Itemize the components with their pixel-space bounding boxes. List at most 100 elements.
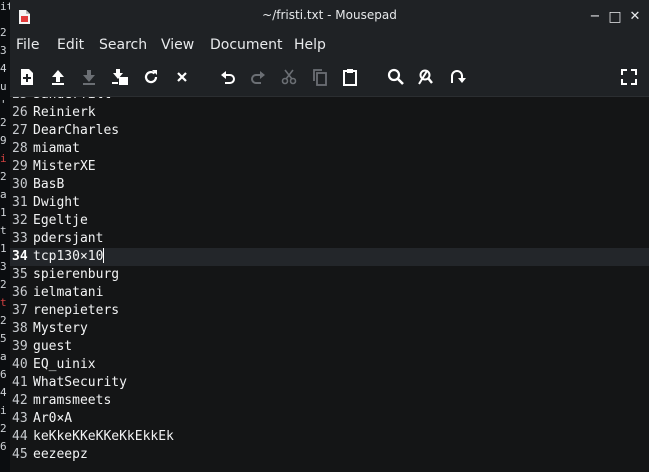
toolbar [10,58,649,96]
background-terminal-char: a [0,188,7,201]
editor-line[interactable]: 38 Mystery [10,320,649,338]
maximize-button[interactable]: □ [607,9,623,25]
minimize-button[interactable]: − [587,9,603,25]
background-terminal: ita 0 (0/0) 2 3 4 u ' 2 9 i 2 a 1 t 1 3 2 t 2 5 a 6 4 i 2 6 [0,0,10,472]
menu-file[interactable]: File [16,37,39,53]
title-bar[interactable]: ~/fristi.txt - Mousepad − □ ✕ [10,0,649,34]
background-terminal-char: 4 [0,62,7,75]
line-number: 28 [12,141,28,156]
editor-line[interactable]: 27 DearCharles [10,122,649,140]
editor-line[interactable]: 40 EQ_uinix [10,356,649,374]
line-text: pdersjant [33,231,104,246]
background-terminal-text: 2 3 4 u ' 2 9 i 2 a 1 t 1 3 2 t 2 5 a 6 4 i 2 6 [0,24,10,456]
menu-edit[interactable]: Edit [57,37,84,53]
background-terminal-char: 2 [0,314,7,327]
background-terminal-char: 2 [0,422,7,435]
menu-search[interactable]: Search [99,37,147,53]
background-terminal-char: 2 [0,278,7,291]
cut-icon[interactable] [279,67,299,87]
editor-line[interactable]: 31 Dwight [10,194,649,212]
editor-line[interactable]: 37 renepieters [10,302,649,320]
editor-line[interactable]: 42 mramsmeets [10,392,649,410]
editor-line-partial: 25 Sanderfilt [10,97,649,104]
background-terminal-char: 3 [0,44,7,57]
background-terminal-char: u [0,80,7,93]
close-document-icon[interactable] [172,67,192,87]
line-text: guest [33,339,73,354]
line-text: eezeepz [33,447,88,462]
editor-line[interactable]: 28 miamat [10,140,649,158]
find-icon[interactable] [386,67,406,87]
background-terminal-char: 6 [0,368,7,381]
line-text: miamat [33,141,80,156]
find-replace-icon[interactable] [416,67,436,87]
line-number: 25 [12,97,30,104]
save-icon[interactable] [79,67,99,87]
line-text: Mystery [33,321,88,336]
line-text: EQ_uinix [33,357,96,372]
background-terminal-char: t [0,224,7,237]
undo-icon[interactable] [218,67,238,87]
line-text: Egeltje [33,213,88,228]
line-number: 35 [12,267,28,282]
menu-view[interactable]: View [161,37,194,53]
line-text: ielmatani [33,285,104,300]
line-number: 43 [12,411,28,426]
line-number: 42 [12,393,28,408]
editor-line[interactable]: 34 tcp130×10 [10,248,649,266]
editor-line[interactable]: 44 keKkeKKeKKeKkEkkEk [10,428,649,446]
editor-line[interactable]: 41 WhatSecurity [10,374,649,392]
fullscreen-icon[interactable] [619,67,639,87]
copy-icon[interactable] [310,67,330,87]
editor-line[interactable]: 45 eezeepz [10,446,649,464]
line-text: Sanderfilt [33,97,111,104]
line-number: 41 [12,375,28,390]
menu-bar: File Edit Search View Document Help [10,34,649,58]
paste-icon[interactable] [340,67,360,87]
editor-line[interactable]: 26 Reinierk [10,104,649,122]
open-icon[interactable] [48,67,68,87]
text-cursor [103,248,105,263]
line-number: 44 [12,429,28,444]
close-button[interactable]: ✕ [627,9,643,25]
goto-line-icon[interactable] [447,67,467,87]
background-terminal-char: 1 [0,242,7,255]
line-number: 33 [12,231,28,246]
editor-line[interactable]: 29 MisterXE [10,158,649,176]
redo-icon[interactable] [248,67,268,87]
line-number: 45 [12,447,28,462]
editor-line[interactable]: 43 Ar0×A [10,410,649,428]
editor-line[interactable]: 35 spierenburg [10,266,649,284]
new-document-icon[interactable] [17,67,37,87]
line-number: 37 [12,303,28,318]
editor-line[interactable]: 30 BasB [10,176,649,194]
menu-document[interactable]: Document [210,37,283,53]
save-as-icon[interactable] [110,67,130,87]
line-text: keKkeKKeKKeKkEkkEk [33,429,174,444]
mousepad-window: ~/fristi.txt - Mousepad − □ ✕ File Edit … [10,0,649,472]
line-number: 40 [12,357,28,372]
line-text: DearCharles [33,123,120,138]
editor-line[interactable]: 39 guest [10,338,649,356]
text-editor[interactable]: 25 Sanderfilt 26 Reinierk 27 DearCharles 28 m… [10,96,649,472]
background-terminal-char: t [0,296,7,309]
reload-icon[interactable] [141,67,161,87]
background-terminal-char: 2 [0,116,7,129]
editor-line[interactable]: 33 pdersjant [10,230,649,248]
editor-line[interactable]: 36 ielmatani [10,284,649,302]
background-terminal-char: i [0,152,7,165]
line-number: 38 [12,321,28,336]
background-terminal-char: 4 [0,386,7,399]
line-number: 26 [12,105,28,120]
line-text: Reinierk [33,105,96,120]
line-number: 34 [12,249,28,264]
line-number: 36 [12,285,28,300]
line-number: 31 [12,195,28,210]
background-terminal-char: a [0,350,7,363]
background-terminal-char: i [0,404,7,417]
background-terminal-char: 9 [0,134,7,147]
menu-help[interactable]: Help [294,37,326,53]
editor-line[interactable]: 32 Egeltje [10,212,649,230]
line-text: BasB [33,177,65,192]
line-text: tcp130×10 [33,248,105,264]
